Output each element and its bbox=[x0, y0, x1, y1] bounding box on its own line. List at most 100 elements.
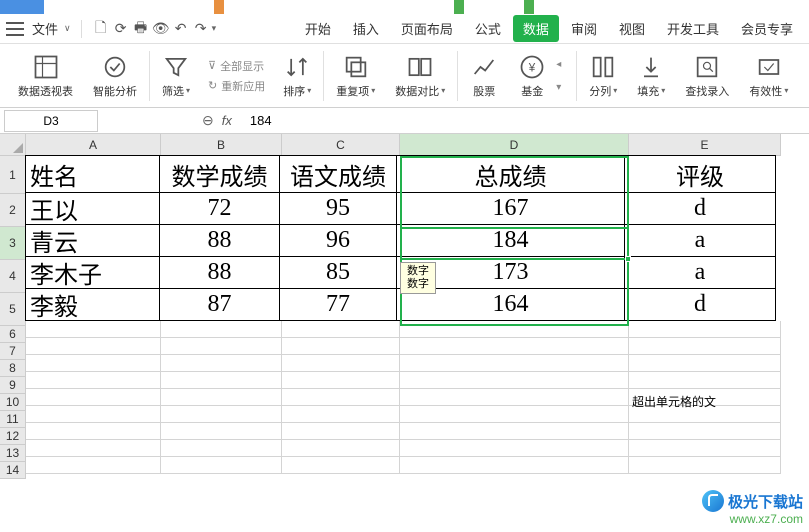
cell-B4[interactable]: 88 bbox=[159, 256, 280, 289]
row-10[interactable]: 10 bbox=[0, 394, 26, 411]
cell-C7[interactable] bbox=[282, 338, 400, 355]
cell-C3[interactable]: 96 bbox=[279, 224, 397, 257]
cell-B10[interactable] bbox=[161, 389, 282, 406]
cell-D3[interactable]: 184 bbox=[396, 224, 625, 257]
cell-B8[interactable] bbox=[161, 355, 282, 372]
tab-data[interactable]: 数据 bbox=[513, 15, 559, 42]
row-2[interactable]: 2 bbox=[0, 194, 26, 227]
cell-A3[interactable]: 青云 bbox=[25, 224, 160, 257]
cell-E7[interactable] bbox=[629, 338, 781, 355]
cell-A13[interactable] bbox=[26, 440, 161, 457]
qat-dropdown[interactable]: ▾ bbox=[212, 23, 217, 34]
cell-D10[interactable] bbox=[400, 389, 629, 406]
doc-tab-2[interactable] bbox=[214, 0, 224, 14]
cell-C11[interactable] bbox=[282, 406, 400, 423]
doc-tab-3[interactable] bbox=[454, 0, 464, 14]
file-menu-dropdown[interactable]: ∨ bbox=[64, 23, 71, 34]
cell-A4[interactable]: 李木子 bbox=[25, 256, 160, 289]
formula-value[interactable]: 184 bbox=[250, 113, 272, 128]
cell-D13[interactable] bbox=[400, 440, 629, 457]
cell-D1[interactable]: 总成绩 bbox=[396, 155, 625, 193]
show-all[interactable]: ⊽全部显示 bbox=[208, 58, 265, 74]
save-icon[interactable]: 🗋 bbox=[92, 20, 110, 38]
cell-B6[interactable] bbox=[161, 321, 282, 338]
cell-D12[interactable] bbox=[400, 423, 629, 440]
fill-button[interactable]: 填充▾ bbox=[627, 47, 675, 105]
fx-icon[interactable]: fx bbox=[222, 113, 232, 128]
cell-C2[interactable]: 95 bbox=[279, 192, 397, 225]
cell-D2[interactable]: 167 bbox=[396, 192, 625, 225]
col-E[interactable]: E bbox=[629, 134, 781, 156]
row-3[interactable]: 3 bbox=[0, 227, 26, 260]
tab-start[interactable]: 开始 bbox=[295, 15, 341, 42]
cell-B11[interactable] bbox=[161, 406, 282, 423]
name-box[interactable]: D3 bbox=[4, 110, 98, 132]
preview-icon[interactable]: 👁 bbox=[152, 20, 170, 38]
tab-dev[interactable]: 开发工具 bbox=[657, 15, 729, 42]
tab-insert[interactable]: 插入 bbox=[343, 15, 389, 42]
tab-layout[interactable]: 页面布局 bbox=[391, 15, 463, 42]
cell-A6[interactable] bbox=[26, 321, 161, 338]
cell-C1[interactable]: 语文成绩 bbox=[279, 155, 397, 193]
cell-A5[interactable]: 李毅 bbox=[25, 288, 160, 321]
sort-button[interactable]: 排序▾ bbox=[273, 47, 321, 105]
cell-B13[interactable] bbox=[161, 440, 282, 457]
row-1[interactable]: 1 bbox=[0, 156, 26, 194]
cell-A14[interactable] bbox=[26, 457, 161, 474]
sync-icon[interactable]: ⟳ bbox=[112, 20, 130, 38]
row-12[interactable]: 12 bbox=[0, 428, 26, 445]
cell-E2[interactable]: d bbox=[624, 192, 776, 225]
reapply[interactable]: ↻重新应用 bbox=[208, 78, 265, 94]
cell-C8[interactable] bbox=[282, 355, 400, 372]
doc-tab-1[interactable] bbox=[0, 0, 44, 14]
cell-C10[interactable] bbox=[282, 389, 400, 406]
cell-E13[interactable] bbox=[629, 440, 781, 457]
cell-C13[interactable] bbox=[282, 440, 400, 457]
row-14[interactable]: 14 bbox=[0, 462, 26, 479]
fund-button[interactable]: ¥ 基金 bbox=[508, 47, 556, 105]
cell-B12[interactable] bbox=[161, 423, 282, 440]
row-6[interactable]: 6 bbox=[0, 326, 26, 343]
cell-D8[interactable] bbox=[400, 355, 629, 372]
row-13[interactable]: 13 bbox=[0, 445, 26, 462]
cell-A2[interactable]: 王以 bbox=[25, 192, 160, 225]
file-menu[interactable]: 文件 bbox=[32, 19, 58, 38]
cell-E4[interactable]: a bbox=[624, 256, 776, 289]
cell-C6[interactable] bbox=[282, 321, 400, 338]
col-D[interactable]: D bbox=[400, 134, 629, 156]
row-9[interactable]: 9 bbox=[0, 377, 26, 394]
cell-D6[interactable] bbox=[400, 321, 629, 338]
row-8[interactable]: 8 bbox=[0, 360, 26, 377]
col-C[interactable]: C bbox=[282, 134, 400, 156]
row-5[interactable]: 5 bbox=[0, 293, 26, 326]
dup-button[interactable]: 重复项▾ bbox=[326, 47, 385, 105]
filter-button[interactable]: 筛选▾ bbox=[152, 47, 200, 105]
undo-icon[interactable]: ↶ bbox=[172, 20, 190, 38]
tab-review[interactable]: 审阅 bbox=[561, 15, 607, 42]
cell-D9[interactable] bbox=[400, 372, 629, 389]
col-B[interactable]: B bbox=[161, 134, 282, 156]
select-all-corner[interactable] bbox=[0, 134, 26, 156]
cell-C9[interactable] bbox=[282, 372, 400, 389]
col-A[interactable]: A bbox=[26, 134, 161, 156]
cell-E1[interactable]: 评级 bbox=[624, 155, 776, 193]
smart-button[interactable]: 智能分析 bbox=[83, 47, 147, 105]
cell-A8[interactable] bbox=[26, 355, 161, 372]
tab-formula[interactable]: 公式 bbox=[465, 15, 511, 42]
print-icon[interactable]: 🖶 bbox=[132, 20, 150, 38]
hamburger-icon[interactable] bbox=[6, 22, 24, 36]
cell-E14[interactable] bbox=[629, 457, 781, 474]
cell-B5[interactable]: 87 bbox=[159, 288, 280, 321]
cell-C14[interactable] bbox=[282, 457, 400, 474]
cell-D7[interactable] bbox=[400, 338, 629, 355]
split-button[interactable]: 分列▾ bbox=[579, 47, 627, 105]
cell-E12[interactable] bbox=[629, 423, 781, 440]
cell-E9[interactable] bbox=[629, 372, 781, 389]
cell-C5[interactable]: 77 bbox=[279, 288, 397, 321]
stock-button[interactable]: 股票 bbox=[460, 47, 508, 105]
cell-B14[interactable] bbox=[161, 457, 282, 474]
cell-D11[interactable] bbox=[400, 406, 629, 423]
cell-A11[interactable] bbox=[26, 406, 161, 423]
row-7[interactable]: 7 bbox=[0, 343, 26, 360]
valid-button[interactable]: 有效性▾ bbox=[739, 47, 798, 105]
